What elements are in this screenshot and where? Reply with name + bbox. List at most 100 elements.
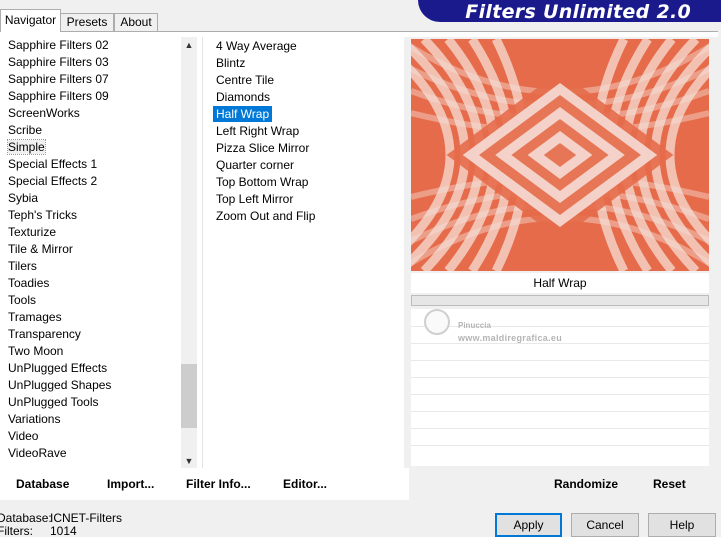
tab-navigator[interactable]: Navigator <box>0 9 61 32</box>
filter-label: 4 Way Average <box>216 39 297 53</box>
category-item[interactable]: Special Effects 1 <box>0 156 182 173</box>
category-label: UnPlugged Tools <box>8 395 99 409</box>
list-divider <box>202 37 203 469</box>
filter-info-button[interactable]: Filter Info... <box>186 472 251 496</box>
category-label: VideoRave <box>8 446 67 460</box>
category-label: Scribe <box>8 123 43 137</box>
filter-item[interactable]: Centre Tile <box>213 72 403 89</box>
cancel-button[interactable]: Cancel <box>571 513 639 537</box>
filter-item[interactable]: 4 Way Average <box>213 38 403 55</box>
category-item[interactable]: Tools <box>0 292 182 309</box>
category-label: Variations <box>8 412 61 426</box>
tab-presets[interactable]: Presets <box>60 13 114 31</box>
category-item[interactable]: Scribe <box>0 122 182 139</box>
filter-controls <box>411 309 709 466</box>
category-label: Two Moon <box>8 344 64 358</box>
category-item[interactable]: Sapphire Filters 03 <box>0 54 182 71</box>
category-label: Tilers <box>8 259 37 273</box>
category-label: Sybia <box>8 191 39 205</box>
category-item[interactable]: Sapphire Filters 02 <box>0 37 182 54</box>
category-item[interactable]: ScreenWorks <box>0 105 182 122</box>
filter-item[interactable]: Zoom Out and Flip <box>213 208 403 225</box>
filter-label: Quarter corner <box>216 158 295 172</box>
database-button[interactable]: Database <box>16 472 69 496</box>
help-button[interactable]: Help <box>648 513 716 537</box>
category-item[interactable]: Variations <box>0 411 182 428</box>
category-label: Sapphire Filters 09 <box>8 89 109 103</box>
category-label: Toadies <box>8 276 50 290</box>
reset-button[interactable]: Reset <box>653 472 686 496</box>
category-label: Sapphire Filters 07 <box>8 72 109 86</box>
category-label: Special Effects 1 <box>8 157 98 171</box>
category-item[interactable]: Tile & Mirror <box>0 241 182 258</box>
filters-count: 1014 <box>50 524 77 537</box>
category-item[interactable]: Tilers <box>0 258 182 275</box>
category-item[interactable]: Simple <box>0 139 182 156</box>
category-scrollbar[interactable]: ▲ ▼ <box>181 37 197 469</box>
category-label: UnPlugged Effects <box>8 361 108 375</box>
filter-item[interactable]: Diamonds <box>213 89 403 106</box>
category-item[interactable]: Toadies <box>0 275 182 292</box>
category-item[interactable]: Sapphire Filters 09 <box>0 88 182 105</box>
category-item[interactable]: UnPlugged Tools <box>0 394 182 411</box>
category-item[interactable]: UnPlugged Effects <box>0 360 182 377</box>
category-label: Simple <box>7 139 46 155</box>
triangle-up-icon[interactable]: ▲ <box>181 37 197 53</box>
filter-list[interactable]: 4 Way Average Blintz Centre Tile Diamonds Ha… <box>213 38 403 225</box>
category-item[interactable]: Sapphire Filters 07 <box>0 71 182 88</box>
category-item[interactable]: Teph's Tricks <box>0 207 182 224</box>
apply-button[interactable]: Apply <box>495 513 562 537</box>
filter-item[interactable]: Top Bottom Wrap <box>213 174 403 191</box>
filter-label: Top Left Mirror <box>216 192 294 206</box>
preview-image <box>411 39 709 271</box>
filter-label: Half Wrap <box>213 106 273 122</box>
status-info: Database:ICNET-Filters Filters: 1014 <box>0 512 122 537</box>
triangle-down-icon[interactable]: ▼ <box>181 453 197 469</box>
randomize-button[interactable]: Randomize <box>554 472 618 496</box>
app-title: Filters Unlimited 2.0 <box>465 1 691 23</box>
filter-item[interactable]: Half Wrap <box>213 106 403 123</box>
category-item[interactable]: Sybia <box>0 190 182 207</box>
import-button[interactable]: Import... <box>107 472 154 496</box>
filter-label: Top Bottom Wrap <box>216 175 309 189</box>
category-label: Transparency <box>8 327 81 341</box>
filter-item[interactable]: Top Left Mirror <box>213 191 403 208</box>
filter-item[interactable]: Blintz <box>213 55 403 72</box>
filter-item[interactable]: Quarter corner <box>213 157 403 174</box>
title-banner: Filters Unlimited 2.0 <box>418 0 721 23</box>
category-label: Tools <box>8 293 37 307</box>
filter-label: Diamonds <box>216 90 271 104</box>
category-item[interactable]: Transparency <box>0 326 182 343</box>
category-item[interactable]: UnPlugged Shapes <box>0 377 182 394</box>
category-item[interactable]: Video <box>0 428 182 445</box>
category-label: Sapphire Filters 02 <box>8 38 109 52</box>
category-label: Texturize <box>8 225 57 239</box>
bottom-toolbar: Database Import... Filter Info... Editor… <box>0 468 718 500</box>
filter-label: Centre Tile <box>216 73 275 87</box>
preview-pattern <box>411 39 709 271</box>
filter-item[interactable]: Pizza Slice Mirror <box>213 140 403 157</box>
category-list[interactable]: Sapphire Filters 02 Sapphire Filters 03 Sa… <box>0 37 182 469</box>
category-item[interactable]: Two Moon <box>0 343 182 360</box>
filter-label: Zoom Out and Flip <box>216 209 316 223</box>
scrollbar-thumb[interactable] <box>181 364 197 428</box>
category-item[interactable]: Special Effects 2 <box>0 173 182 190</box>
filter-label: Left Right Wrap <box>216 124 300 138</box>
editor-button[interactable]: Editor... <box>283 472 327 496</box>
category-item[interactable]: VideoRave <box>0 445 182 462</box>
category-label: Tile & Mirror <box>8 242 73 256</box>
filter-item[interactable]: Left Right Wrap <box>213 123 403 140</box>
category-item[interactable]: Texturize <box>0 224 182 241</box>
category-label: Video <box>8 429 39 443</box>
category-label: UnPlugged Shapes <box>8 378 112 392</box>
tab-about[interactable]: About <box>114 13 158 31</box>
category-label: Special Effects 2 <box>8 174 98 188</box>
category-label: Sapphire Filters 03 <box>8 55 109 69</box>
selected-filter-name: Half Wrap <box>411 273 709 293</box>
category-item[interactable]: Tramages <box>0 309 182 326</box>
progress-bar <box>411 295 709 306</box>
category-label: Tramages <box>8 310 62 324</box>
filter-label: Pizza Slice Mirror <box>216 141 310 155</box>
category-label: ScreenWorks <box>8 106 80 120</box>
filters-label: Filters: <box>0 524 33 537</box>
